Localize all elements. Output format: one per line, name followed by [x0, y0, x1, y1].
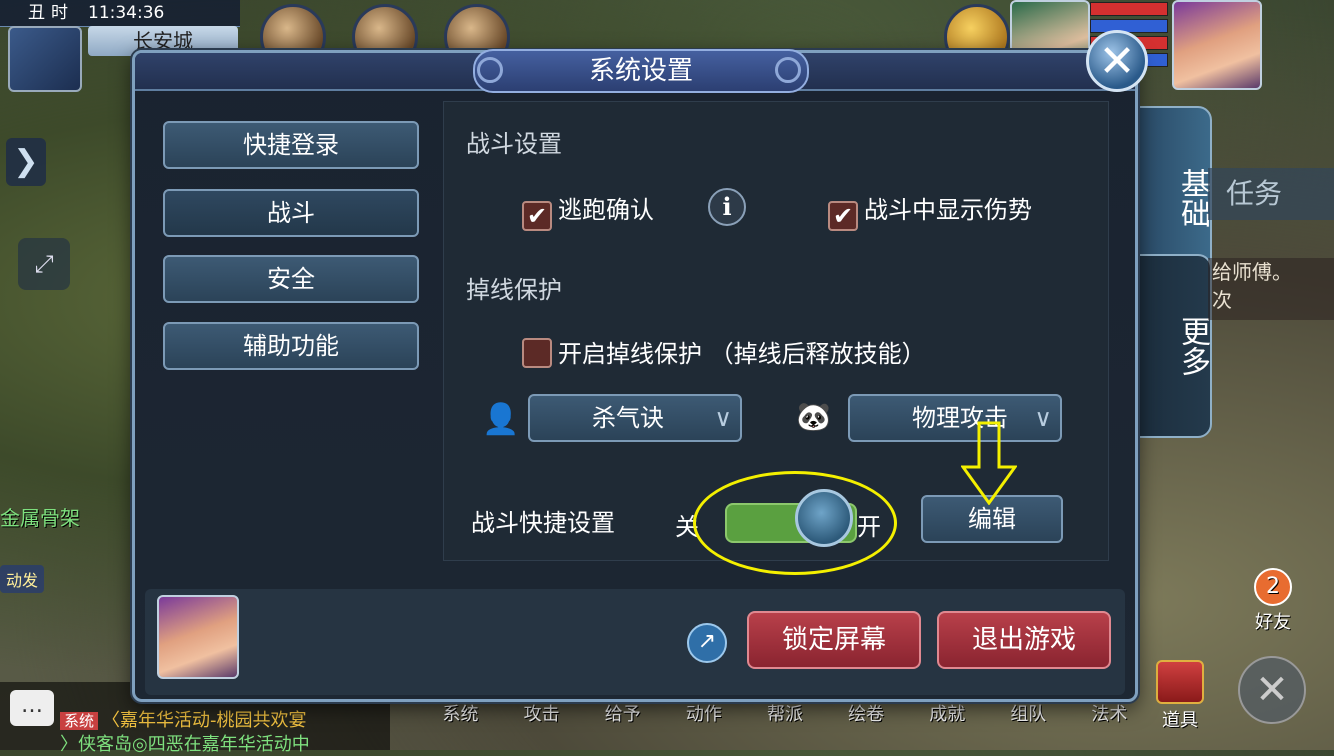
- menu-guild[interactable]: 帮派: [767, 700, 803, 726]
- player-avatar[interactable]: [1172, 0, 1262, 90]
- menu-system[interactable]: 系统: [443, 700, 479, 726]
- friends-label: 好友: [1255, 612, 1291, 633]
- menu-security[interactable]: 安全: [163, 255, 419, 303]
- menu-action[interactable]: 动作: [686, 700, 722, 726]
- menu-attack[interactable]: 攻击: [524, 700, 560, 726]
- pet-icon: 🐼: [796, 400, 831, 433]
- chat-channel-tag: 系统: [60, 712, 99, 730]
- minimap-thumbnail[interactable]: [8, 26, 82, 92]
- chat-text: 〈嘉年华活动-桃园共欢宴: [102, 710, 307, 731]
- npc-action-label[interactable]: 动发: [0, 565, 45, 593]
- show-injury-option[interactable]: ✔ 战斗中显示伤势: [828, 190, 1032, 231]
- menu-scroll[interactable]: 绘卷: [848, 700, 884, 726]
- escape-confirm-option[interactable]: ✔ 逃跑确认: [522, 190, 654, 231]
- show-injury-checkbox[interactable]: ✔: [828, 201, 858, 231]
- show-injury-label: 战斗中显示伤势: [864, 196, 1032, 224]
- menu-accessibility[interactable]: 辅助功能: [163, 322, 419, 370]
- disconnect-protection-option[interactable]: 开启掉线保护 （掉线后释放技能）: [522, 334, 926, 369]
- battle-settings-title: 战斗设置: [466, 130, 562, 158]
- annotation-ellipse: [693, 471, 897, 575]
- items-label: 道具: [1162, 710, 1198, 731]
- items-button[interactable]: 道具: [1152, 660, 1208, 732]
- footer-player-avatar: [157, 595, 239, 679]
- lock-screen-button[interactable]: 锁定屏幕: [747, 611, 921, 669]
- pet-skill-dropdown[interactable]: 物理攻击 ∨: [848, 394, 1062, 442]
- exit-game-button[interactable]: 退出游戏: [937, 611, 1111, 669]
- shichen-label: 丑时: [28, 3, 74, 23]
- hp-bar: [1090, 2, 1168, 16]
- clock-label: 11:34:36: [88, 3, 165, 23]
- tab-more[interactable]: 更多: [1138, 254, 1212, 438]
- bottom-menu-bar: 系统 攻击 给予 动作 帮派 绘卷 成就 组队 法术: [420, 700, 1150, 726]
- menu-give[interactable]: 给予: [605, 700, 641, 726]
- npc-name-label: 金属骨架: [0, 506, 80, 530]
- task-tracker-text[interactable]: 给师傅。 次: [1208, 258, 1334, 320]
- collapse-menu-icon[interactable]: ✕: [1238, 656, 1306, 724]
- close-dialog-icon[interactable]: ✕: [1086, 30, 1148, 92]
- task-text-line1: 给师傅。: [1212, 260, 1292, 284]
- time-box: 丑时 11:34:36: [0, 0, 240, 27]
- fullscreen-expand-icon[interactable]: ⤢: [18, 238, 70, 290]
- chat-bubble-icon[interactable]: …: [10, 690, 54, 726]
- info-icon[interactable]: i: [708, 188, 746, 226]
- tab-task[interactable]: 任务: [1208, 168, 1334, 220]
- battle-shortcut-label: 战斗快捷设置: [471, 509, 615, 537]
- expand-left-arrow-icon[interactable]: ❯: [6, 138, 46, 186]
- escape-confirm-label: 逃跑确认: [558, 196, 654, 224]
- menu-battle[interactable]: 战斗: [163, 189, 419, 237]
- menu-spell[interactable]: 法术: [1091, 700, 1127, 726]
- disconnect-protection-checkbox[interactable]: [522, 338, 552, 368]
- title-ornament-icon: [477, 57, 503, 83]
- friends-button[interactable]: 2 好友: [1238, 568, 1308, 634]
- system-settings-dialog: 系统设置 快捷登录 战斗 安全 辅助功能 战斗设置 ✔ 逃跑确认 i ✔ 战斗中显示…: [132, 49, 1138, 702]
- task-text-line2: 次: [1212, 288, 1232, 312]
- disconnect-protection-label: 开启掉线保护 （掉线后释放技能）: [558, 340, 926, 368]
- dialog-title: 系统设置: [473, 49, 809, 93]
- menu-team[interactable]: 组队: [1010, 700, 1046, 726]
- chat-message: 系统 〈嘉年华活动-桃园共欢宴: [60, 706, 307, 732]
- chevron-down-icon: ∨: [1034, 404, 1052, 432]
- escape-confirm-checkbox[interactable]: ✔: [522, 201, 552, 231]
- chevron-down-icon: ∨: [714, 404, 732, 432]
- menu-achievement[interactable]: 成就: [929, 700, 965, 726]
- mp-bar: [1090, 19, 1168, 33]
- disconnect-protection-title: 掉线保护: [466, 276, 562, 304]
- player-skill-value: 杀气诀: [592, 404, 664, 432]
- friend-count-badge: 2: [1254, 568, 1292, 606]
- player-skill-dropdown[interactable]: 杀气诀 ∨: [528, 394, 742, 442]
- share-icon[interactable]: ↗: [687, 623, 727, 663]
- person-icon: 👤: [482, 402, 520, 437]
- menu-quick-login[interactable]: 快捷登录: [163, 121, 419, 169]
- annotation-down-arrow-icon: [961, 421, 1017, 505]
- treasure-chest-icon: [1156, 660, 1204, 704]
- chat-message: 〉侠客岛◎四恶在嘉年华活动中: [60, 734, 310, 755]
- title-ornament-icon: [775, 57, 801, 83]
